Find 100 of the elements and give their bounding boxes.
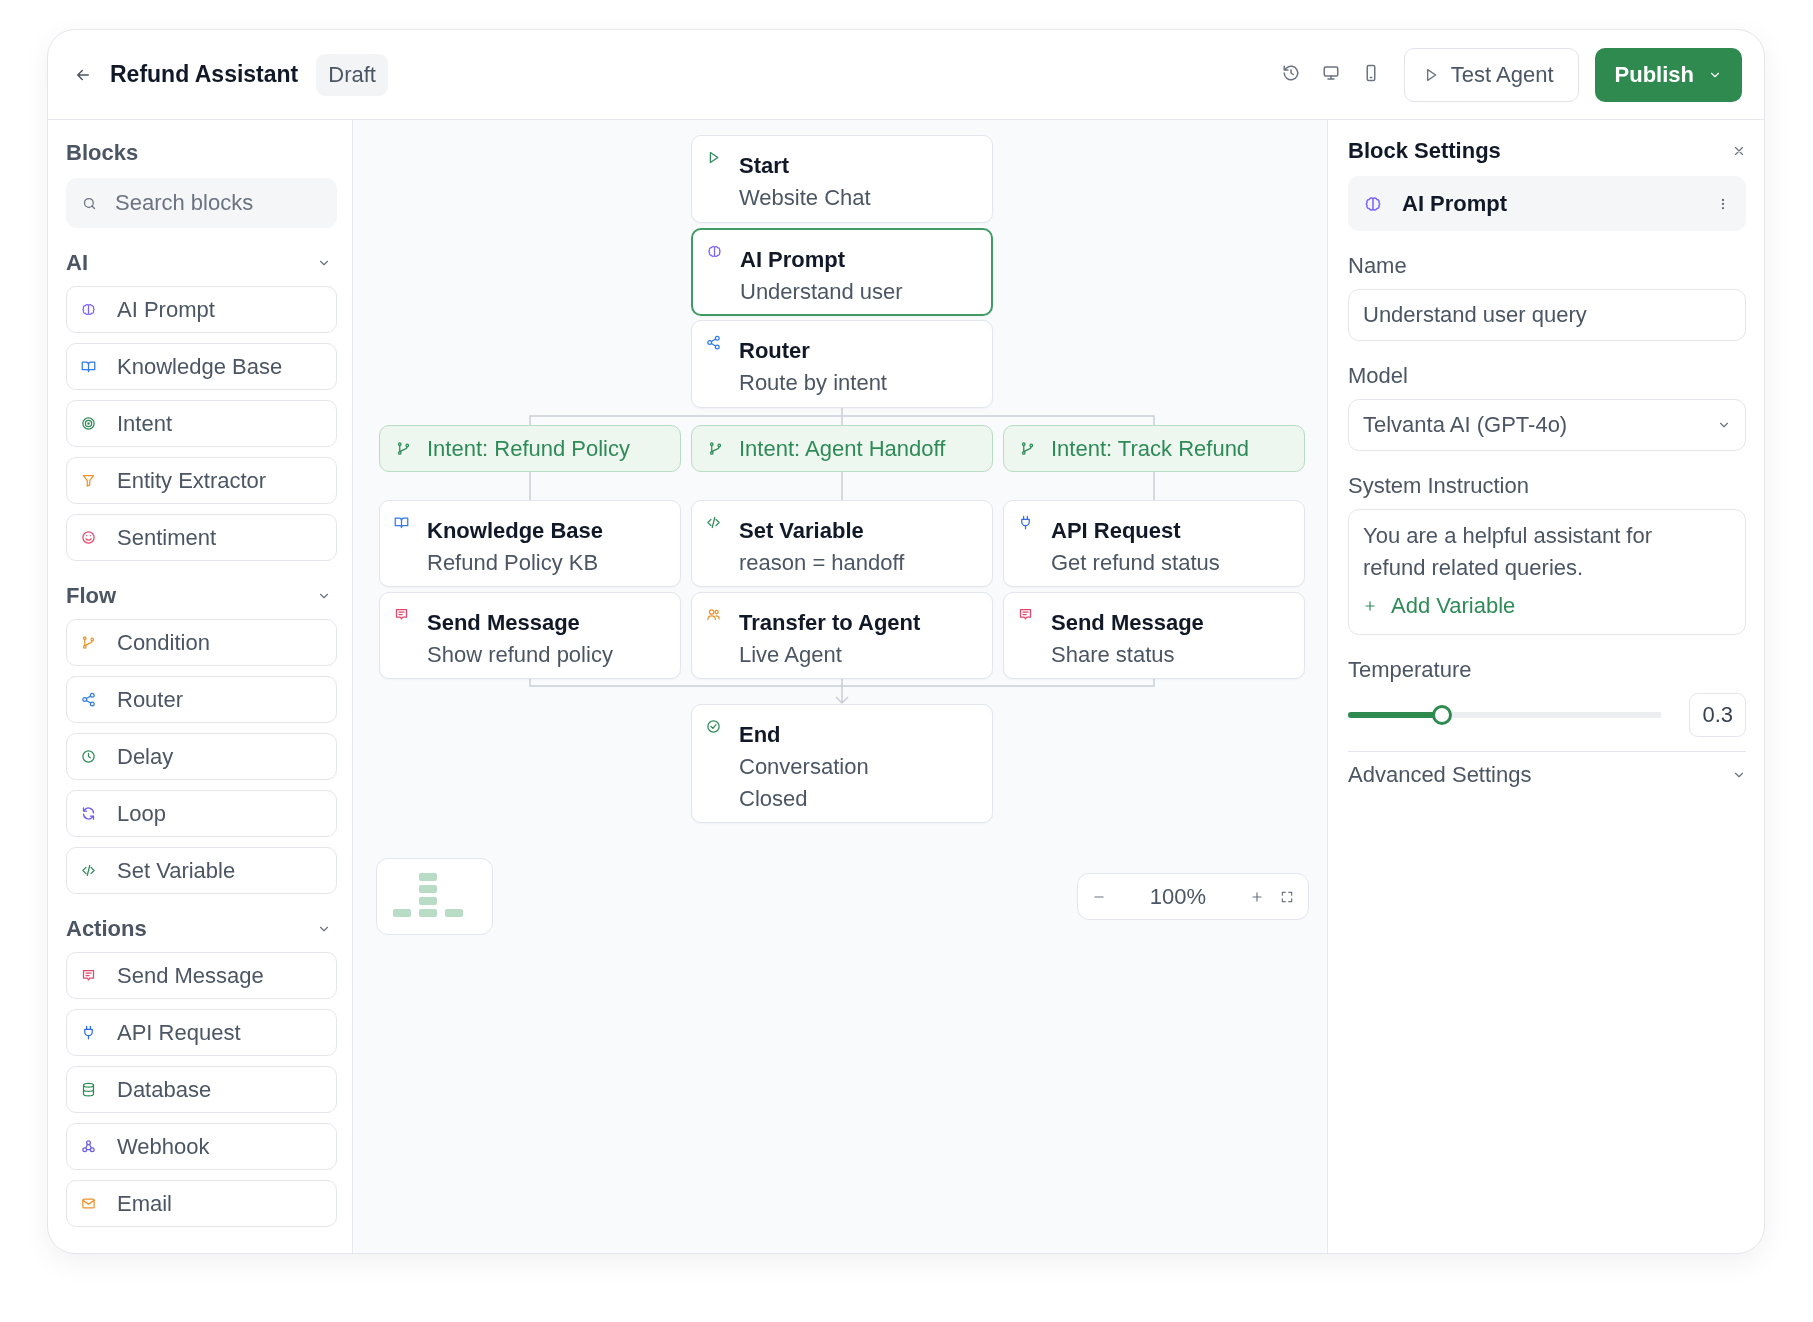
block-item[interactable]: Loop [66,790,337,837]
block-item[interactable]: Send Message [66,952,337,999]
block-item[interactable]: Router [66,676,337,723]
group-title: AI [66,250,88,276]
temperature-value: 0.3 [1689,693,1746,737]
check-circle-icon [706,719,721,734]
node-title: Knowledge Base [427,517,604,545]
plus-icon[interactable] [1250,889,1264,904]
code-icon [81,863,96,878]
add-variable-link[interactable]: Add Variable [1363,590,1516,622]
node-subtitle: Route by intent [739,369,887,397]
connector-line [1153,471,1155,501]
block-item[interactable]: API Request [66,1009,337,1056]
block-item[interactable]: AI Prompt [66,286,337,333]
share-icon [706,335,721,350]
intent-chip[interactable]: Intent: Track Refund [1003,425,1305,472]
plug-icon [1018,515,1033,530]
flow-node[interactable]: Transfer to Agent Live Agent [691,592,993,679]
smiley-icon [81,530,96,545]
refresh-icon [81,806,96,821]
node-title: Transfer to Agent [739,609,921,637]
block-item[interactable]: Webhook [66,1123,337,1170]
database-icon [81,1082,96,1097]
close-icon[interactable] [1732,144,1746,158]
branch-icon [708,441,723,456]
people-icon [706,607,721,622]
node-title: Start [739,152,791,180]
search-field[interactable]: Search blocks [66,178,337,228]
flow-node[interactable]: AI Prompt Understand user [691,228,993,316]
plus-icon [1363,599,1377,613]
node-title: End [739,721,782,749]
brain-icon [707,244,722,259]
app-title: Refund Assistant [110,61,299,88]
node-subtitle: reason = handoff [739,549,905,577]
connector-line [841,471,843,501]
model-dropdown[interactable]: Telvanta AI (GPT-4o) [1348,399,1746,451]
sidebar-title: Blocks [66,140,140,166]
node-subtitle: Refund Policy KB [427,549,600,577]
block-item[interactable]: Knowledge Base [66,343,337,390]
flow-node[interactable]: Send Message Show refund policy [379,592,681,679]
block-item[interactable]: Email [66,1180,337,1227]
node-title: API Request [1051,517,1182,545]
funnel-icon [81,473,96,488]
flow-node[interactable]: Start Website Chat [691,135,993,223]
book-icon [394,515,409,530]
node-subtitle: Live Agent [739,641,843,669]
node-title: Set Variable [739,517,865,545]
group-title: Actions [66,916,147,942]
block-item[interactable]: Intent [66,400,337,447]
block-item[interactable]: Condition [66,619,337,666]
section-title[interactable]: Advanced Settings [1348,762,1532,788]
field-label: System Instruction [1348,473,1530,499]
clock-icon [81,749,96,764]
instruction-field[interactable]: You are a helpful assistant for refund related queries. Add Variable [1348,509,1746,635]
panel-title: Block Settings [1348,138,1501,164]
block-item[interactable]: Delay [66,733,337,780]
flow-node[interactable]: Router Route by intent [691,320,993,408]
name-field[interactable]: Understand user query [1348,289,1746,341]
block-title: AI Prompt [1402,190,1509,217]
plug-icon [81,1025,96,1040]
node-title: Send Message [1051,609,1204,637]
field-label: Model [1348,363,1409,389]
message-icon [1018,607,1033,622]
flow-node[interactable]: API Request Get refund status [1003,500,1305,587]
test-agent-button[interactable]: Test Agent [1403,47,1579,102]
target-icon [81,416,96,431]
flow-node[interactable]: Set Variable reason = handoff [691,500,993,587]
group-title: Flow [66,583,117,609]
node-title: AI Prompt [740,246,847,274]
code-icon [706,515,721,530]
field-label: Temperature [1348,657,1473,683]
flow-node[interactable]: Knowledge Base Refund Policy KB [379,500,681,587]
node-title: Send Message [427,609,581,637]
connector-line [529,471,531,501]
block-item[interactable]: Set Variable [66,847,337,894]
block-item[interactable]: Database [66,1066,337,1113]
search-icon [82,195,97,211]
slider-thumb[interactable] [1432,705,1452,725]
flow-node[interactable]: Send Message Share status [1003,592,1305,679]
status-badge: Draft [316,53,388,96]
block-item[interactable]: Entity Extractor [66,457,337,504]
field-label: Name [1348,253,1408,279]
branch-icon [1020,441,1035,456]
message-icon [394,607,409,622]
history-icon[interactable] [1281,63,1300,82]
node-subtitle: Website Chat [739,184,871,212]
flow-node[interactable]: End Conversation Closed [691,704,993,823]
brain-icon [1364,194,1382,213]
intent-chip[interactable]: Intent: Refund Policy [379,425,681,472]
mail-icon [81,1196,96,1211]
book-icon [81,359,96,374]
publish-button[interactable]: Publish [1594,47,1742,102]
branch-icon [396,441,411,456]
node-subtitle: Understand user [740,278,903,306]
intent-chip[interactable]: Intent: Agent Handoff [691,425,993,472]
zoom-level: 100% [1149,883,1207,910]
node-subtitle: Share status [1051,641,1176,669]
fit-screen-icon[interactable] [1280,889,1294,904]
monitor-icon[interactable] [1321,63,1340,82]
block-item[interactable]: Sentiment [66,514,337,561]
